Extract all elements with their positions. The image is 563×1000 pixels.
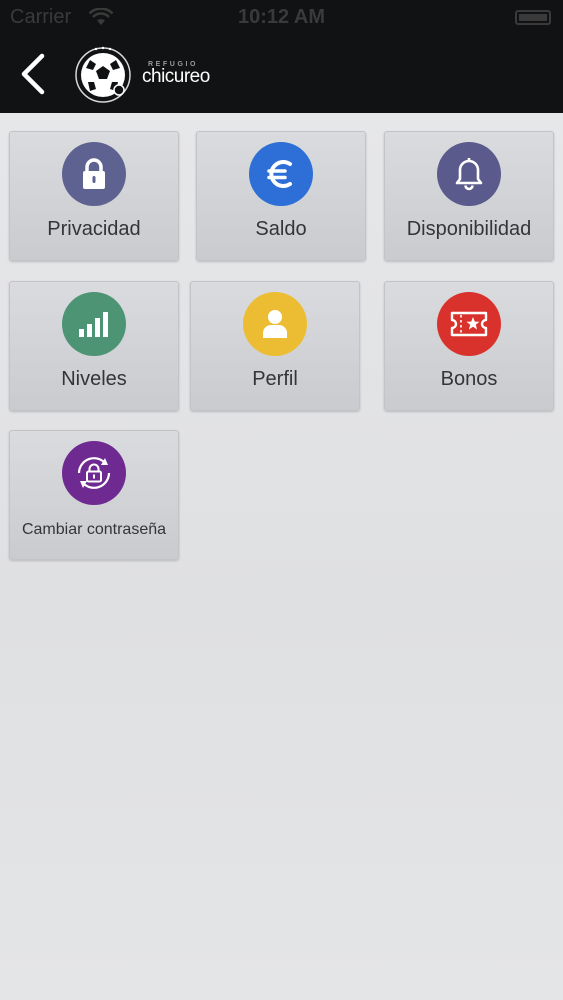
menu-item-label: Privacidad — [47, 218, 141, 240]
bonos-icon-circle — [437, 292, 501, 356]
saldo-icon-circle — [249, 142, 313, 206]
menu-item-bonos[interactable]: Bonos — [384, 281, 554, 411]
ticket-star-icon — [450, 311, 488, 337]
privacidad-icon-circle — [62, 142, 126, 206]
chevron-left-icon — [21, 53, 45, 95]
back-button[interactable] — [14, 50, 54, 98]
menu-item-label: Disponibilidad — [406, 218, 532, 240]
menu-item-label: Cambiar contraseña — [21, 521, 167, 538]
menu-item-label: Bonos — [440, 368, 498, 390]
header-bar: Carrier 10:12 AM REFUGIO chicureo — [0, 0, 563, 113]
euro-icon — [267, 160, 292, 188]
soccer-ball-icon — [75, 46, 131, 103]
status-bar: Carrier 10:12 AM — [0, 0, 563, 38]
person-icon — [263, 310, 287, 338]
menu-item-label: Saldo — [255, 218, 307, 240]
disponibilidad-icon-circle — [437, 142, 501, 206]
menu-item-niveles[interactable]: Niveles — [9, 281, 179, 411]
app-logo: REFUGIO chicureo — [74, 44, 224, 104]
status-time: 10:12 AM — [237, 6, 326, 28]
niveles-icon-circle — [62, 292, 126, 356]
menu-item-disponibilidad[interactable]: Disponibilidad — [384, 131, 554, 261]
menu-item-label: Perfil — [252, 368, 298, 390]
lock-rotate-icon — [77, 457, 111, 489]
battery-icon — [515, 10, 551, 25]
logo-name: chicureo — [142, 66, 210, 87]
signal-bars-icon — [79, 312, 108, 337]
lock-icon — [83, 158, 105, 189]
menu-item-cambiar-contrasena[interactable]: Cambiar contraseña — [9, 430, 179, 560]
perfil-icon-circle — [243, 292, 307, 356]
bell-icon — [455, 158, 483, 191]
menu-item-saldo[interactable]: Saldo — [196, 131, 366, 261]
cambiar-icon-circle — [62, 441, 126, 505]
menu-item-label: Niveles — [61, 368, 127, 390]
menu-item-perfil[interactable]: Perfil — [190, 281, 360, 411]
menu-item-privacidad[interactable]: Privacidad — [9, 131, 179, 261]
